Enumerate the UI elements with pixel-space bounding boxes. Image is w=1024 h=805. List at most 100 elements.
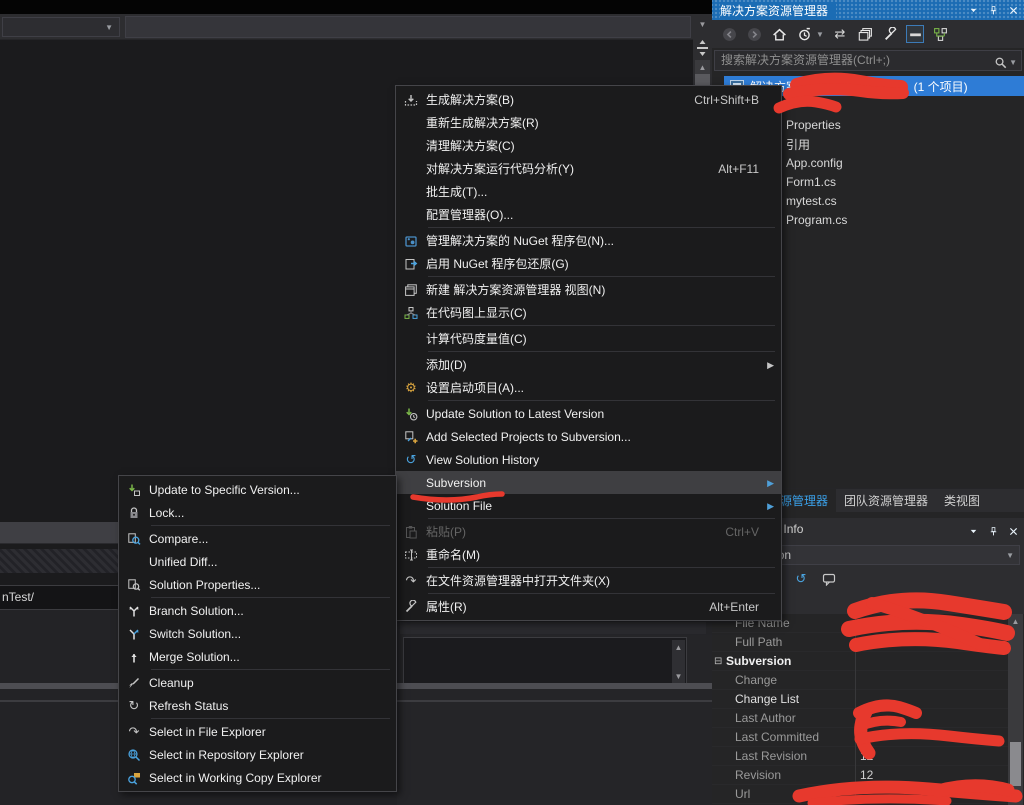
history-icon[interactable]: ↺ bbox=[792, 570, 810, 588]
toolbar-combobox[interactable]: ▼ bbox=[2, 17, 120, 37]
grid-row-last-revision[interactable]: Last Revision12 bbox=[712, 747, 1008, 766]
grid-row-change-list[interactable]: Change List bbox=[712, 690, 1008, 709]
grid-row-change[interactable]: Change bbox=[712, 671, 1008, 690]
menu-item-label: Select in Working Copy Explorer bbox=[149, 771, 374, 785]
menu-item-update-solution-to-latest-version[interactable]: Update Solution to Latest Version bbox=[396, 402, 781, 425]
close-icon[interactable] bbox=[1006, 524, 1020, 538]
forward-icon[interactable] bbox=[745, 25, 763, 43]
menu-item-新建-解决方案资源管理器-视图-n-[interactable]: 新建 解决方案资源管理器 视图(N) bbox=[396, 278, 781, 301]
scroll-up-icon[interactable]: ▲ bbox=[672, 643, 685, 652]
scroll-up-icon[interactable]: ▲ bbox=[695, 63, 710, 72]
menu-item-solution-file[interactable]: Solution File▶ bbox=[396, 494, 781, 517]
menu-item-配置管理器-o-[interactable]: 配置管理器(O)... bbox=[396, 203, 781, 226]
menu-item-在文件资源管理器中打开文件夹-x-[interactable]: ↷在文件资源管理器中打开文件夹(X) bbox=[396, 569, 781, 592]
menu-item-label: View Solution History bbox=[426, 453, 759, 467]
menu-item-清理解决方案-c-[interactable]: 清理解决方案(C) bbox=[396, 134, 781, 157]
submenu-item-select-in-repository-explorer[interactable]: Select in Repository Explorer bbox=[119, 743, 396, 766]
textbox-scrollbar[interactable]: ▲ ▼ bbox=[672, 640, 685, 684]
back-icon[interactable] bbox=[720, 25, 738, 43]
menu-item-label: 计算代码度量值(C) bbox=[426, 330, 759, 347]
submenu-item-update-to-specific-version-[interactable]: Update to Specific Version... bbox=[119, 478, 396, 501]
grid-label: Full Path bbox=[712, 635, 855, 649]
collapse-all-icon[interactable] bbox=[856, 25, 874, 43]
sync-with-active-document-icon[interactable] bbox=[931, 25, 949, 43]
submenu-item-branch-solution-[interactable]: Branch Solution... bbox=[119, 599, 396, 622]
submenu-item-merge-solution-[interactable]: Merge Solution... bbox=[119, 645, 396, 668]
close-icon[interactable] bbox=[1006, 3, 1020, 17]
tab-类视图[interactable]: 类视图 bbox=[936, 489, 988, 512]
menu-item-粘贴-p-[interactable]: 粘贴(P)Ctrl+V bbox=[396, 520, 781, 543]
pin-icon[interactable] bbox=[986, 3, 1000, 17]
chevron-down-icon: ▼ bbox=[1006, 553, 1014, 559]
menu-item-label: Subversion bbox=[426, 476, 759, 490]
submenu-item-cleanup[interactable]: Cleanup bbox=[119, 671, 396, 694]
chevron-down-icon[interactable]: ▼ bbox=[816, 30, 824, 39]
home-icon[interactable] bbox=[770, 25, 788, 43]
pin-icon[interactable] bbox=[986, 524, 1000, 538]
scroll-down-icon[interactable]: ▼ bbox=[672, 672, 685, 681]
search-icon[interactable] bbox=[994, 56, 1007, 69]
submenu-item-solution-properties-[interactable]: Solution Properties... bbox=[119, 573, 396, 596]
submenu-item-lock-[interactable]: Lock... bbox=[119, 501, 396, 524]
grid-row-last-author[interactable]: Last Author bbox=[712, 709, 1008, 728]
menu-item-重新生成解决方案-r-[interactable]: 重新生成解决方案(R) bbox=[396, 111, 781, 134]
preview-selected-items-icon[interactable] bbox=[906, 25, 924, 43]
menu-item-生成解决方案-b-[interactable]: 生成解决方案(B)Ctrl+Shift+B bbox=[396, 88, 781, 111]
grid-row-last-committed[interactable]: Last Committed bbox=[712, 728, 1008, 747]
collapse-box-icon[interactable]: ⊟ bbox=[714, 656, 722, 667]
menu-item-subversion[interactable]: Subversion▶ bbox=[396, 471, 781, 494]
menu-item-属性-r-[interactable]: 属性(R)Alt+Enter bbox=[396, 595, 781, 618]
submenu-item-refresh-status[interactable]: ↻Refresh Status bbox=[119, 694, 396, 717]
submenu-item-select-in-working-copy-explorer[interactable]: Select in Working Copy Explorer bbox=[119, 766, 396, 789]
search-placeholder: 搜索解决方案资源管理器(Ctrl+;) bbox=[721, 53, 890, 67]
solution-explorer-titlebar[interactable]: 解决方案资源管理器 bbox=[712, 0, 1024, 20]
menu-item-对解决方案运行代码分析-y-[interactable]: 对解决方案运行代码分析(Y)Alt+F11 bbox=[396, 157, 781, 180]
menu-item-添加-d-[interactable]: 添加(D)▶ bbox=[396, 353, 781, 376]
history-icon: ↺ bbox=[396, 452, 426, 468]
scrollbar-thumb[interactable] bbox=[1010, 742, 1021, 786]
menu-separator bbox=[151, 718, 390, 719]
menu-separator bbox=[428, 518, 775, 519]
message-textbox-fragment[interactable]: ▲ ▼ bbox=[403, 637, 687, 686]
menu-item-管理解决方案的-nuget-程序包-n-[interactable]: 管理解决方案的 NuGet 程序包(N)... bbox=[396, 229, 781, 252]
submenu-item-select-in-file-explorer[interactable]: ↷Select in File Explorer bbox=[119, 720, 396, 743]
pending-changes-filter-icon[interactable] bbox=[795, 25, 813, 43]
menu-item-label: Update Solution to Latest Version bbox=[426, 407, 759, 421]
menu-item-add-selected-projects-to-subversion-[interactable]: Add Selected Projects to Subversion... bbox=[396, 425, 781, 448]
menu-item-设置启动项目-a-[interactable]: ⚙设置启动项目(A)... bbox=[396, 376, 781, 399]
scroll-up-icon[interactable]: ▲ bbox=[1008, 617, 1023, 626]
window-position-icon[interactable] bbox=[966, 3, 980, 17]
chevron-down-icon[interactable]: ▼ bbox=[1009, 53, 1017, 72]
chevron-down-icon[interactable]: ▼ bbox=[695, 20, 710, 29]
grid-value: 12 bbox=[855, 747, 1008, 766]
wrench-icon bbox=[396, 600, 426, 614]
splitter-handle-icon[interactable] bbox=[696, 40, 709, 56]
menu-separator bbox=[151, 669, 390, 670]
code-map-icon bbox=[396, 306, 426, 320]
info-toolbar: ↺ bbox=[792, 570, 838, 588]
submenu-item-compare-[interactable]: Compare... bbox=[119, 527, 396, 550]
menu-item-label: Compare... bbox=[149, 532, 374, 546]
grid-row-url[interactable]: Url bbox=[712, 785, 1008, 804]
comment-icon[interactable] bbox=[820, 570, 838, 588]
subversion-submenu: Update to Specific Version...Lock... Comp… bbox=[118, 475, 397, 792]
menu-item-shortcut: Alt+Enter bbox=[709, 600, 759, 614]
grid-row-revision[interactable]: Revision12 bbox=[712, 766, 1008, 785]
grid-row-full-path[interactable]: Full Path bbox=[712, 633, 1008, 652]
window-position-icon[interactable] bbox=[966, 524, 980, 538]
search-input[interactable]: 搜索解决方案资源管理器(Ctrl+;) ▼ bbox=[714, 50, 1022, 71]
submenu-item-switch-solution-[interactable]: Switch Solution... bbox=[119, 622, 396, 645]
submenu-item-unified-diff-[interactable]: Unified Diff... bbox=[119, 550, 396, 573]
grid-scrollbar[interactable]: ▲ bbox=[1008, 614, 1023, 805]
menu-item-批生成-t-[interactable]: 批生成(T)... bbox=[396, 180, 781, 203]
menu-item-启用-nuget-程序包还原-g-[interactable]: 启用 NuGet 程序包还原(G) bbox=[396, 252, 781, 275]
menu-item-计算代码度量值-c-[interactable]: 计算代码度量值(C) bbox=[396, 327, 781, 350]
properties-icon[interactable] bbox=[881, 25, 899, 43]
grid-row-subversion[interactable]: ⊟Subversion bbox=[712, 652, 1008, 671]
refresh-icon[interactable]: ⇄ bbox=[831, 25, 849, 43]
gear-icon: ⚙ bbox=[396, 380, 426, 396]
menu-item-重命名-m-[interactable]: 重命名(M) bbox=[396, 543, 781, 566]
menu-item-view-solution-history[interactable]: ↺View Solution History bbox=[396, 448, 781, 471]
menu-item-在代码图上显示-c-[interactable]: 在代码图上显示(C) bbox=[396, 301, 781, 324]
tab-团队资源管理器[interactable]: 团队资源管理器 bbox=[836, 489, 936, 512]
